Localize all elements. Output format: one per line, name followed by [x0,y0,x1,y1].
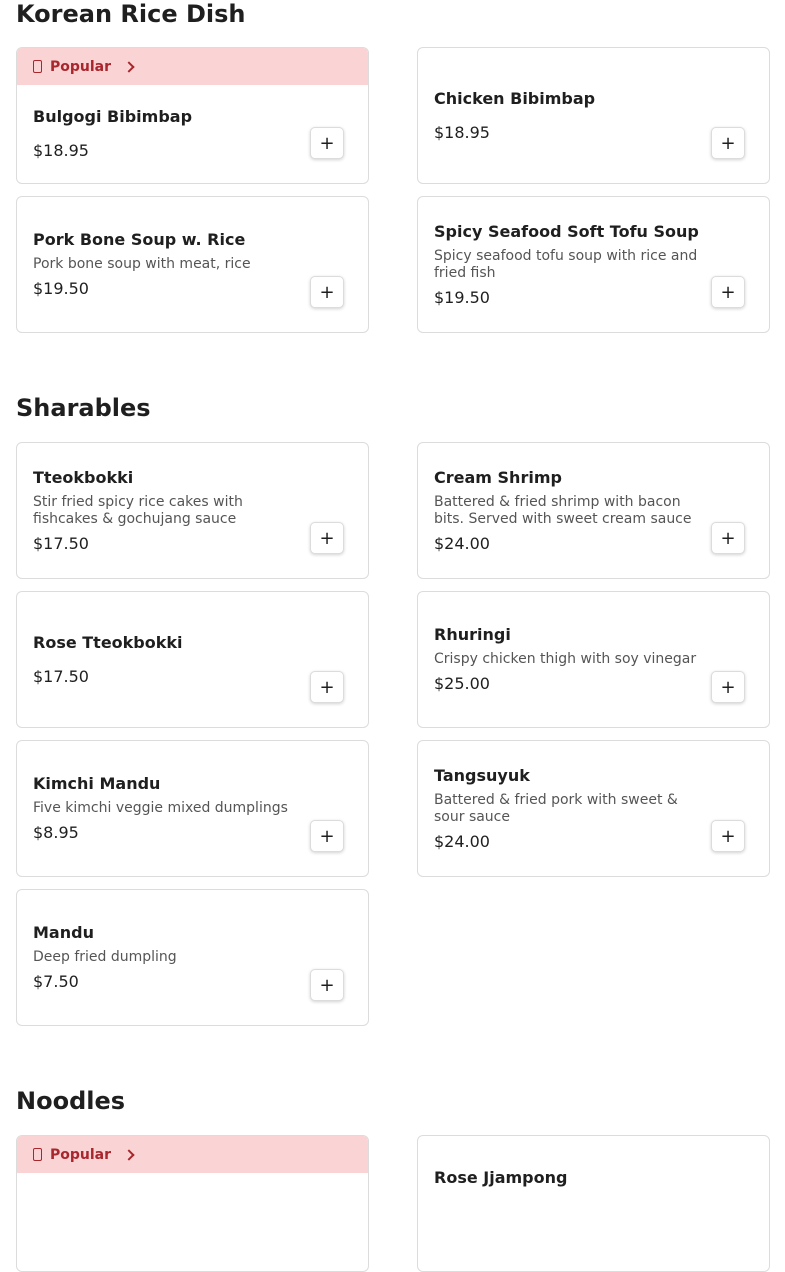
menu-item-card[interactable]: Popular [16,1135,369,1272]
item-price: $25.00 [434,674,490,693]
menu-item-card[interactable]: Popular Bulgogi Bibimbap $18.95 + [16,47,369,184]
item-description: Battered & fried pork with sweet & sour … [434,791,678,825]
item-name: Kimchi Mandu [33,774,161,793]
section-title-noodles: Noodles [16,1087,126,1115]
section-title-sharables: Sharables [16,394,151,422]
add-item-button[interactable]: + [711,276,745,308]
add-item-button[interactable]: + [310,671,344,703]
menu-item-card[interactable]: Mandu Deep fried dumpling $7.50 + [16,889,369,1026]
chevron-right-icon [123,1149,135,1161]
add-item-button[interactable]: + [310,969,344,1001]
item-price: $19.50 [33,279,89,298]
add-item-button[interactable]: + [310,522,344,554]
menu-item-card[interactable]: Rose Tteokbokki $17.50 + [16,591,369,728]
item-name: Chicken Bibimbap [434,88,596,108]
item-name: Cream Shrimp [434,467,562,487]
item-name: Tangsuyuk [434,765,530,785]
add-item-button[interactable]: + [711,522,745,554]
add-item-button[interactable]: + [310,820,344,852]
item-price: $17.50 [33,666,89,686]
section-title-korean-rice-dish: Korean Rice Dish [16,0,246,28]
item-price: $24.00 [434,831,490,851]
popular-label: Popular [50,1146,112,1163]
menu-item-card[interactable]: Pork Bone Soup w. Rice Pork bone soup wi… [16,196,369,333]
item-name: Rose Tteokbokki [33,632,183,652]
menu-item-card[interactable]: Tangsuyuk Battered & fried pork with swe… [417,740,770,877]
add-item-button[interactable]: + [310,127,344,159]
menu-item-card[interactable]: Chicken Bibimbap $18.95 + [417,47,770,184]
item-name: Rose Jjampong [434,1168,568,1187]
item-description: Battered & fried shrimp with bacon bits.… [434,493,692,527]
item-price: $7.50 [33,972,79,991]
popular-banner[interactable]: Popular [17,1136,368,1173]
item-description: Crispy chicken thigh with soy vinegar [434,651,697,667]
popular-icon [33,1148,42,1161]
item-name: Spicy Seafood Soft Tofu Soup [434,221,699,241]
menu-item-card[interactable]: Cream Shrimp Battered & fried shrimp wit… [417,442,770,579]
menu-item-card[interactable]: Spicy Seafood Soft Tofu Soup Spicy seafo… [417,196,770,333]
item-description: Spicy seafood tofu soup with rice and fr… [434,247,698,281]
chevron-right-icon [123,61,135,73]
item-name: Pork Bone Soup w. Rice [33,230,246,249]
menu-item-card[interactable]: Kimchi Mandu Five kimchi veggie mixed du… [16,740,369,877]
item-price: $8.95 [33,823,79,842]
add-item-button[interactable]: + [711,127,745,159]
add-item-button[interactable]: + [711,671,745,703]
item-name: Bulgogi Bibimbap [33,107,193,126]
menu-item-card[interactable]: Rhuringi Crispy chicken thigh with soy v… [417,591,770,728]
add-item-button[interactable]: + [310,276,344,308]
item-price: $17.50 [33,533,89,553]
menu-item-card[interactable]: Rose Jjampong [417,1135,770,1272]
item-price: $18.95 [33,141,89,160]
item-name: Tteokbokki [33,467,134,487]
menu-item-card[interactable]: Tteokbokki Stir fried spicy rice cakes w… [16,442,369,579]
item-name: Rhuringi [434,625,511,644]
item-description: Five kimchi veggie mixed dumplings [33,800,288,816]
item-price: $24.00 [434,533,490,553]
item-price: $18.95 [434,122,490,142]
item-price: $19.50 [434,287,490,307]
item-description: Pork bone soup with meat, rice [33,256,251,272]
add-item-button[interactable]: + [711,820,745,852]
item-description: Stir fried spicy rice cakes with fishcak… [33,493,243,527]
item-description: Deep fried dumpling [33,949,177,965]
popular-label: Popular [50,58,112,75]
popular-icon [33,60,42,73]
item-name: Mandu [33,923,94,942]
popular-banner[interactable]: Popular [17,48,368,85]
